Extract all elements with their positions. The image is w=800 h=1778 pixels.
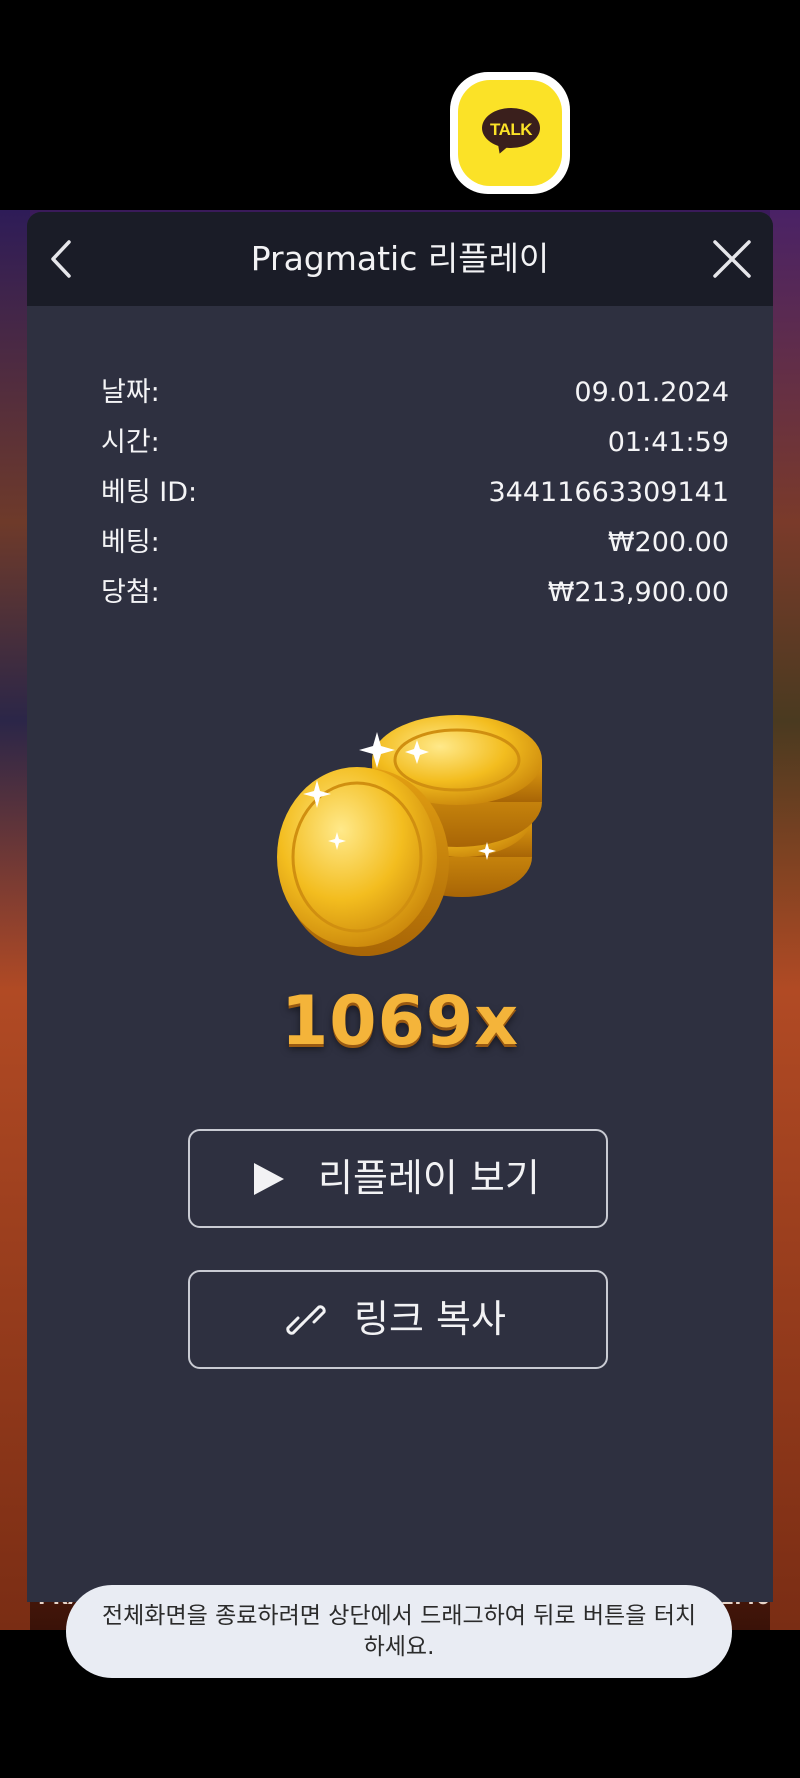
detail-row-bet: 베팅: ₩200.00 bbox=[101, 518, 729, 568]
copy-link-button[interactable]: 링크 복사 bbox=[188, 1270, 608, 1369]
win-multiplier: 1069x bbox=[280, 982, 520, 1061]
detail-row-time: 시간: 01:41:59 bbox=[101, 418, 729, 468]
detail-row-date: 날짜: 09.01.2024 bbox=[101, 368, 729, 418]
detail-value: ₩213,900.00 bbox=[547, 577, 729, 608]
close-icon bbox=[713, 240, 751, 278]
chevron-left-icon bbox=[51, 240, 71, 278]
talk-badge-text: TALK bbox=[489, 120, 533, 139]
close-button[interactable] bbox=[709, 236, 755, 282]
detail-value: 09.01.2024 bbox=[574, 377, 729, 408]
detail-row-win: 당첨: ₩213,900.00 bbox=[101, 568, 729, 618]
toast-message: 전체화면을 종료하려면 상단에서 드래그하여 뒤로 버튼을 터치하세요. bbox=[101, 1603, 697, 1660]
back-button[interactable] bbox=[41, 236, 81, 282]
replay-panel: Pragmatic 리플레이 날짜: 09.01.2024 시간: 01:41:… bbox=[27, 212, 773, 1602]
detail-label: 날짜: bbox=[101, 377, 160, 408]
game-right-edge bbox=[770, 210, 800, 1630]
panel-header: Pragmatic 리플레이 bbox=[27, 212, 773, 306]
watch-replay-label: 리플레이 보기 bbox=[318, 1156, 540, 1200]
kakao-talk-icon[interactable]: TALK bbox=[450, 72, 570, 194]
play-icon bbox=[254, 1163, 284, 1195]
detail-label: 시간: bbox=[101, 427, 160, 458]
detail-value: ₩200.00 bbox=[607, 527, 729, 558]
game-left-edge bbox=[0, 210, 30, 1630]
link-icon bbox=[286, 1305, 326, 1335]
gold-coins-icon bbox=[277, 715, 542, 956]
fullscreen-toast: 전체화면을 종료하려면 상단에서 드래그하여 뒤로 버튼을 터치하세요. bbox=[66, 1585, 732, 1678]
detail-value: 01:41:59 bbox=[607, 427, 729, 458]
bet-details: 날짜: 09.01.2024 시간: 01:41:59 베팅 ID: 34411… bbox=[101, 368, 729, 618]
watch-replay-button[interactable]: 리플레이 보기 bbox=[188, 1129, 608, 1228]
kakao-talk-background: TALK bbox=[458, 80, 562, 186]
panel-title: Pragmatic 리플레이 bbox=[250, 239, 550, 278]
detail-row-bet-id: 베팅 ID: 34411663309141 bbox=[101, 468, 729, 518]
copy-link-label: 링크 복사 bbox=[354, 1297, 506, 1341]
detail-label: 당첨: bbox=[101, 577, 160, 608]
detail-label: 베팅: bbox=[101, 527, 160, 558]
detail-value: 34411663309141 bbox=[488, 477, 730, 508]
detail-label: 베팅 ID: bbox=[101, 477, 198, 508]
